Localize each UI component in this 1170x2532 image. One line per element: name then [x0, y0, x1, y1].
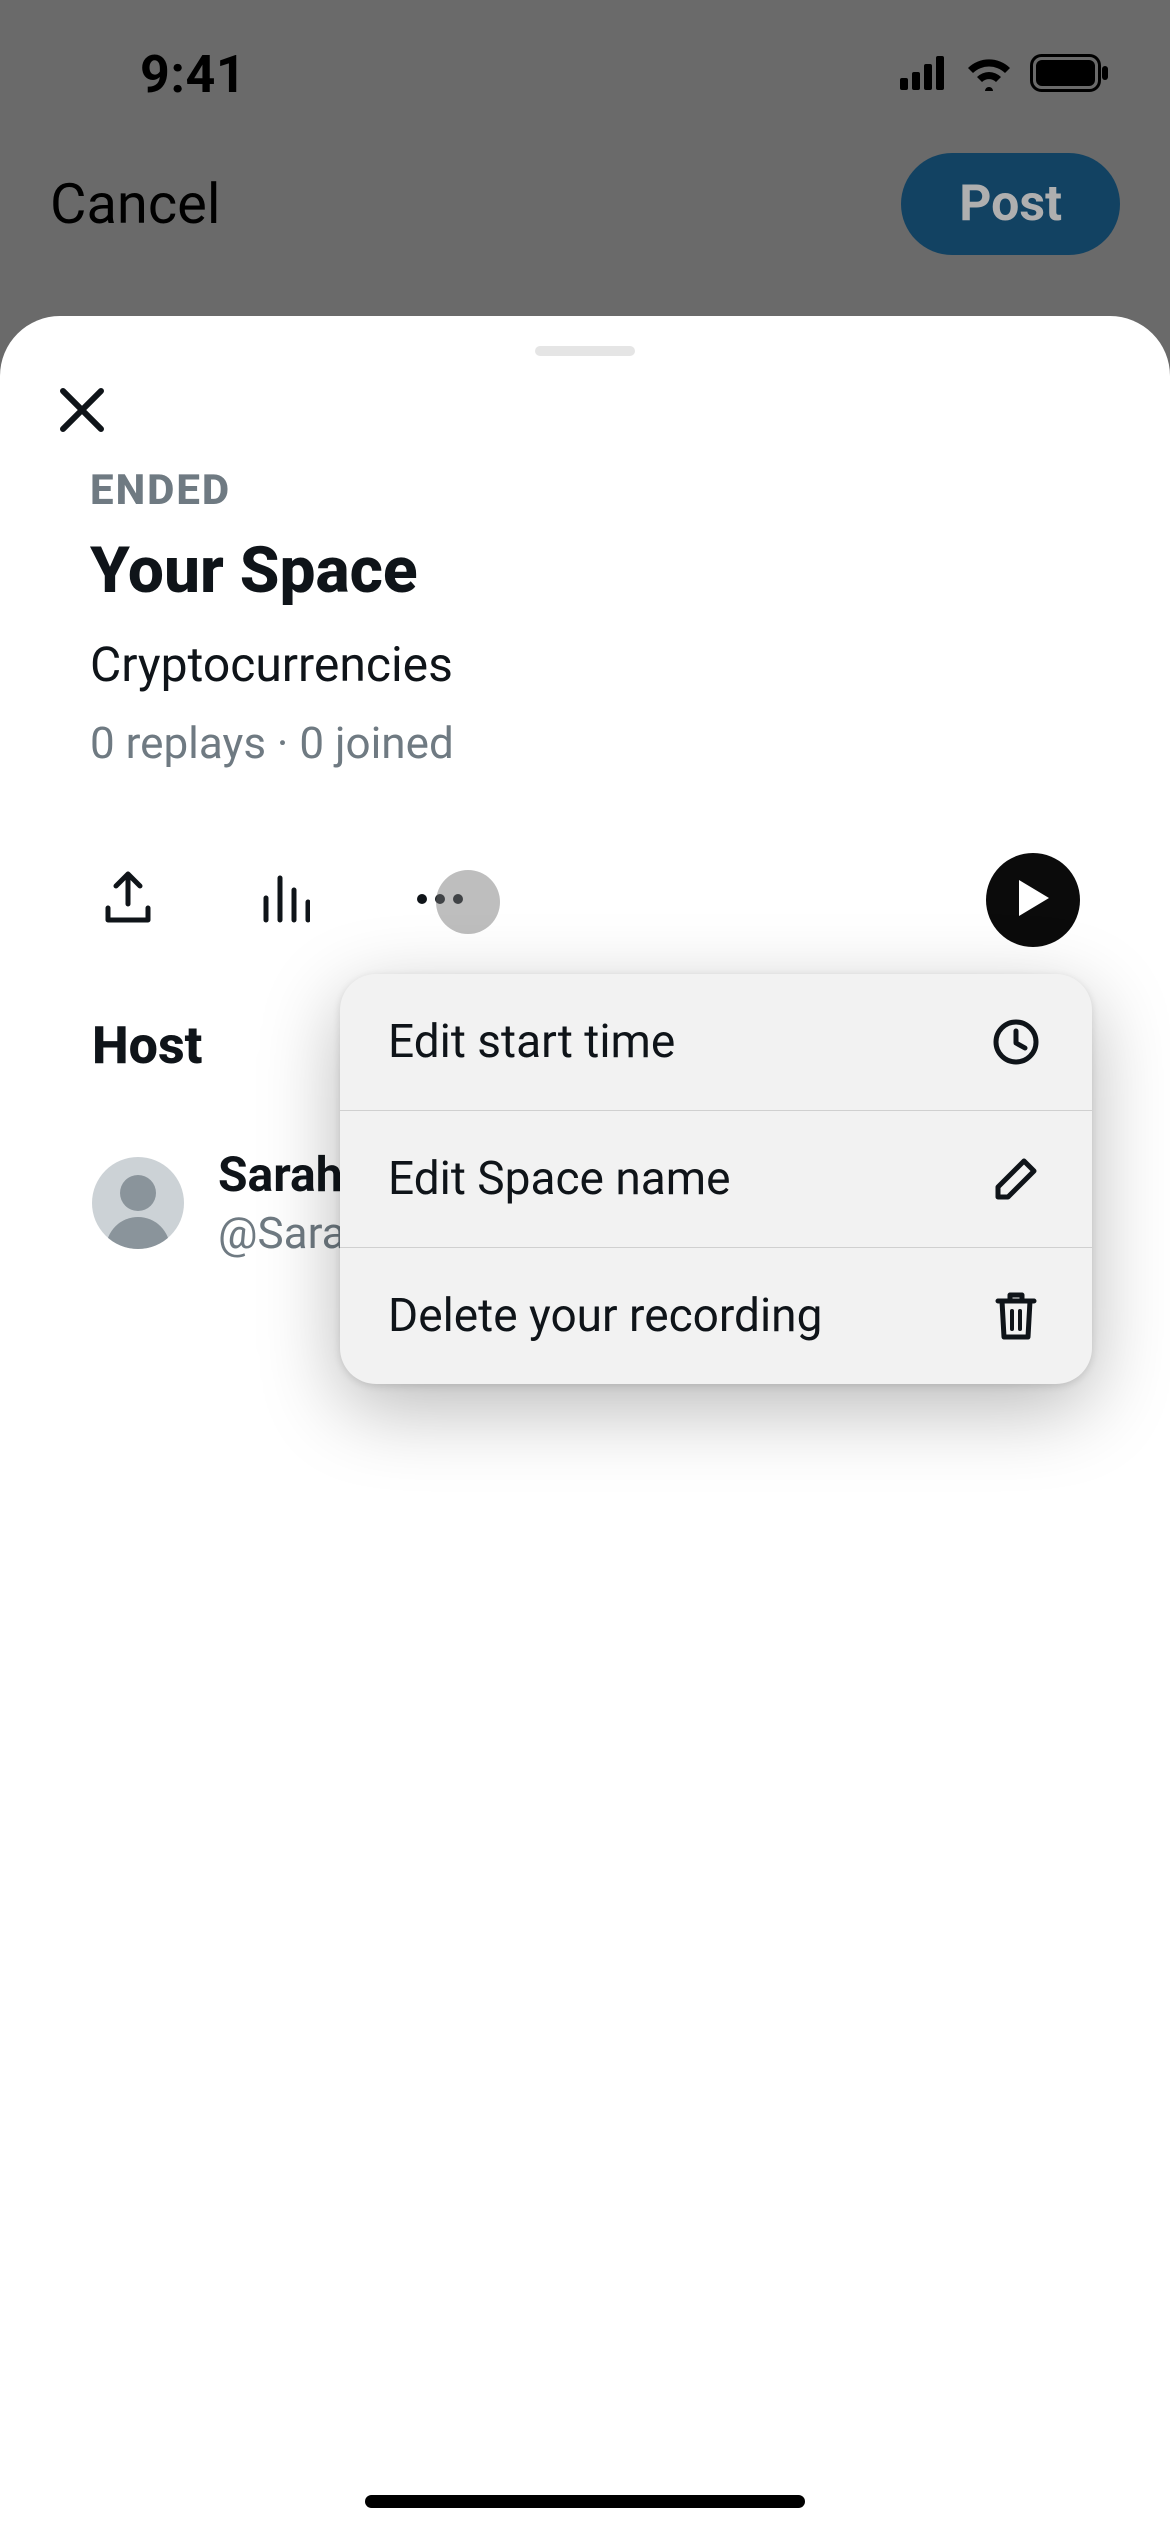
host-handle: @Sara [218, 1207, 346, 1259]
menu-item-label: Edit start time [388, 1015, 675, 1069]
menu-item-delete-recording[interactable]: Delete your recording [340, 1247, 1092, 1384]
sheet-grabber[interactable] [535, 346, 635, 356]
action-row [90, 853, 1080, 947]
close-icon [57, 385, 107, 439]
play-button[interactable] [986, 853, 1080, 947]
more-button[interactable] [412, 872, 468, 928]
share-icon [102, 870, 154, 930]
context-menu: Edit start time Edit Space name Delete y… [340, 974, 1092, 1384]
menu-item-label: Edit Space name [388, 1152, 731, 1206]
trash-icon [988, 1288, 1044, 1344]
space-title: Your Space [90, 533, 1080, 608]
space-detail-sheet: ENDED Your Space Cryptocurrencies 0 repl… [0, 316, 1170, 2532]
space-status: ENDED [90, 466, 1080, 515]
touch-indicator [436, 870, 500, 934]
share-button[interactable] [100, 872, 156, 928]
analytics-button[interactable] [256, 872, 312, 928]
close-button[interactable] [52, 382, 112, 442]
clock-icon [988, 1014, 1044, 1070]
space-stats: 0 replays · 0 joined [90, 717, 1080, 769]
menu-item-edit-start-time[interactable]: Edit start time [340, 974, 1092, 1110]
space-topic: Cryptocurrencies [90, 636, 1080, 693]
menu-item-label: Delete your recording [388, 1289, 822, 1343]
analytics-icon [258, 872, 310, 928]
menu-item-edit-space-name[interactable]: Edit Space name [340, 1110, 1092, 1247]
avatar [92, 1157, 184, 1249]
play-icon [1015, 878, 1051, 922]
home-indicator[interactable] [365, 2495, 805, 2508]
host-name: Sarah [218, 1146, 346, 1203]
pencil-icon [988, 1151, 1044, 1207]
